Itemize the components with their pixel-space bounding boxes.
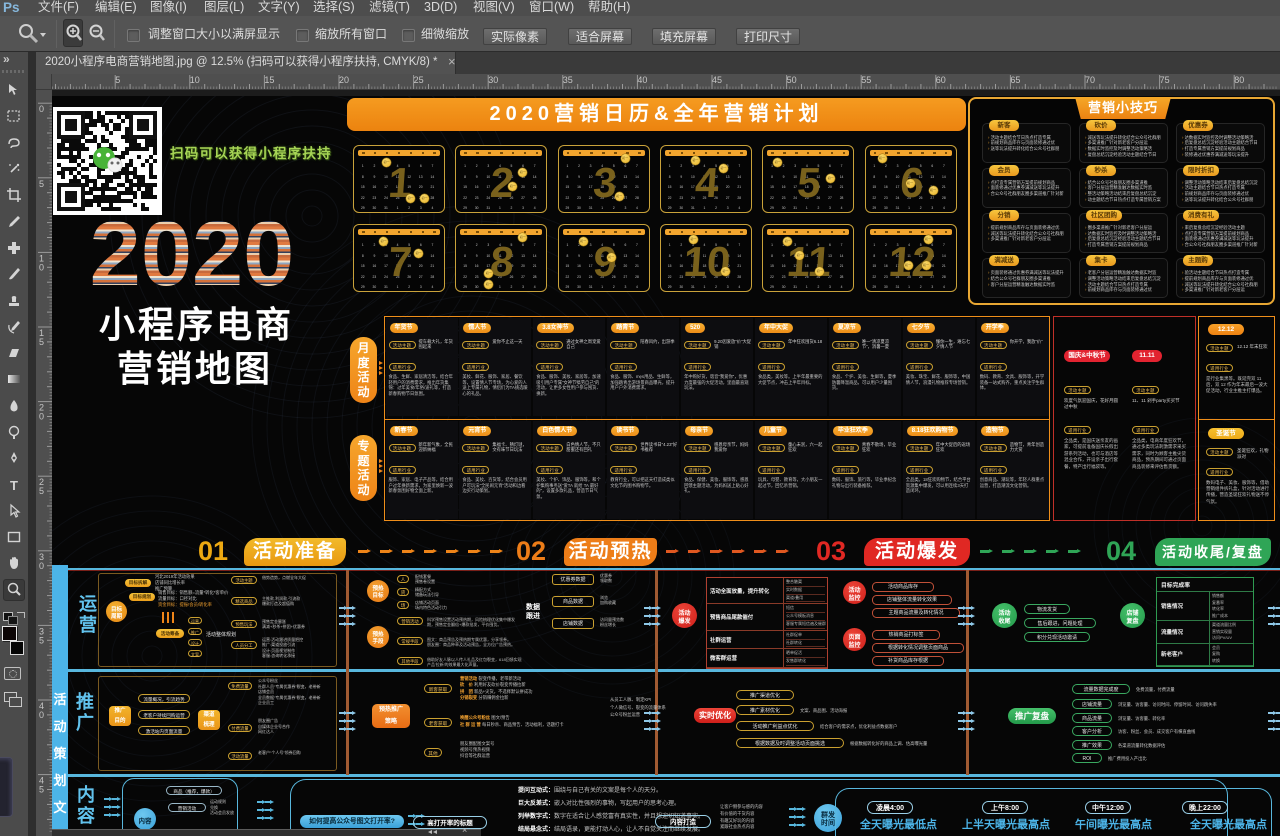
svg-text:60: 60 xyxy=(936,75,946,85)
svg-text:0: 0 xyxy=(39,412,44,422)
svg-text:80: 80 xyxy=(1234,75,1244,85)
svg-text:0: 0 xyxy=(39,561,44,571)
svg-text:10: 10 xyxy=(190,75,200,85)
svg-text:25: 25 xyxy=(414,75,424,85)
svg-text:50: 50 xyxy=(787,75,797,85)
svg-text:5: 5 xyxy=(39,635,44,645)
svg-text:5: 5 xyxy=(39,785,44,795)
svg-text:0: 0 xyxy=(39,710,44,720)
svg-text:35: 35 xyxy=(563,75,573,85)
svg-text:20: 20 xyxy=(339,75,349,85)
svg-text:75: 75 xyxy=(1160,75,1170,85)
svg-text:70: 70 xyxy=(1085,75,1095,85)
svg-text:55: 55 xyxy=(861,75,871,85)
svg-text:15: 15 xyxy=(264,75,274,85)
svg-text:0: 0 xyxy=(39,262,44,272)
svg-text:5: 5 xyxy=(115,75,120,85)
svg-text:5: 5 xyxy=(39,337,44,347)
svg-text:40: 40 xyxy=(637,75,647,85)
svg-text:0: 0 xyxy=(39,104,44,114)
svg-text:5: 5 xyxy=(39,486,44,496)
svg-text:45: 45 xyxy=(712,75,722,85)
svg-text:30: 30 xyxy=(488,75,498,85)
svg-text:T: T xyxy=(10,478,18,493)
svg-text:5: 5 xyxy=(39,179,44,189)
svg-text:65: 65 xyxy=(1010,75,1020,85)
